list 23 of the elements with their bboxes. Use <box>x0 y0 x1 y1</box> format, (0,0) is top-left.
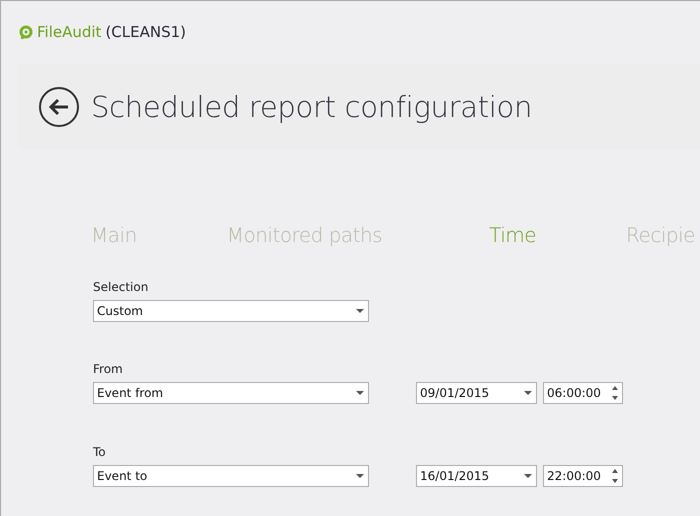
arrow-left-icon <box>48 98 70 116</box>
caret-icon <box>356 474 364 478</box>
date-picker[interactable]: 16/01/2015 <box>416 465 537 487</box>
caret-icon <box>356 391 364 395</box>
caret-icon <box>524 474 532 478</box>
server-name: (CLEANS1) <box>105 23 186 41</box>
event-dropdown[interactable]: Event to <box>93 465 369 487</box>
page-title: Scheduled report configuration <box>91 90 532 124</box>
field-label: From <box>93 362 124 378</box>
date-picker[interactable]: 09/01/2015 <box>416 382 537 404</box>
logo-icon <box>19 25 33 39</box>
event-dropdown[interactable]: Event from <box>93 382 369 404</box>
caret-icon <box>356 309 364 313</box>
time-field[interactable]: 06:00:00 <box>543 382 623 404</box>
field-label: Selection <box>93 280 150 296</box>
time-field[interactable]: 22:00:00 <box>543 465 623 487</box>
field-label: To <box>93 445 107 461</box>
app-name: FileAudit <box>37 23 102 41</box>
selection-dropdown[interactable]: Custom <box>93 300 369 322</box>
spinner-arrows-icon[interactable] <box>611 468 619 484</box>
caret-icon <box>524 391 532 395</box>
spinner-arrows-icon[interactable] <box>611 385 619 401</box>
back-button[interactable] <box>39 87 79 127</box>
